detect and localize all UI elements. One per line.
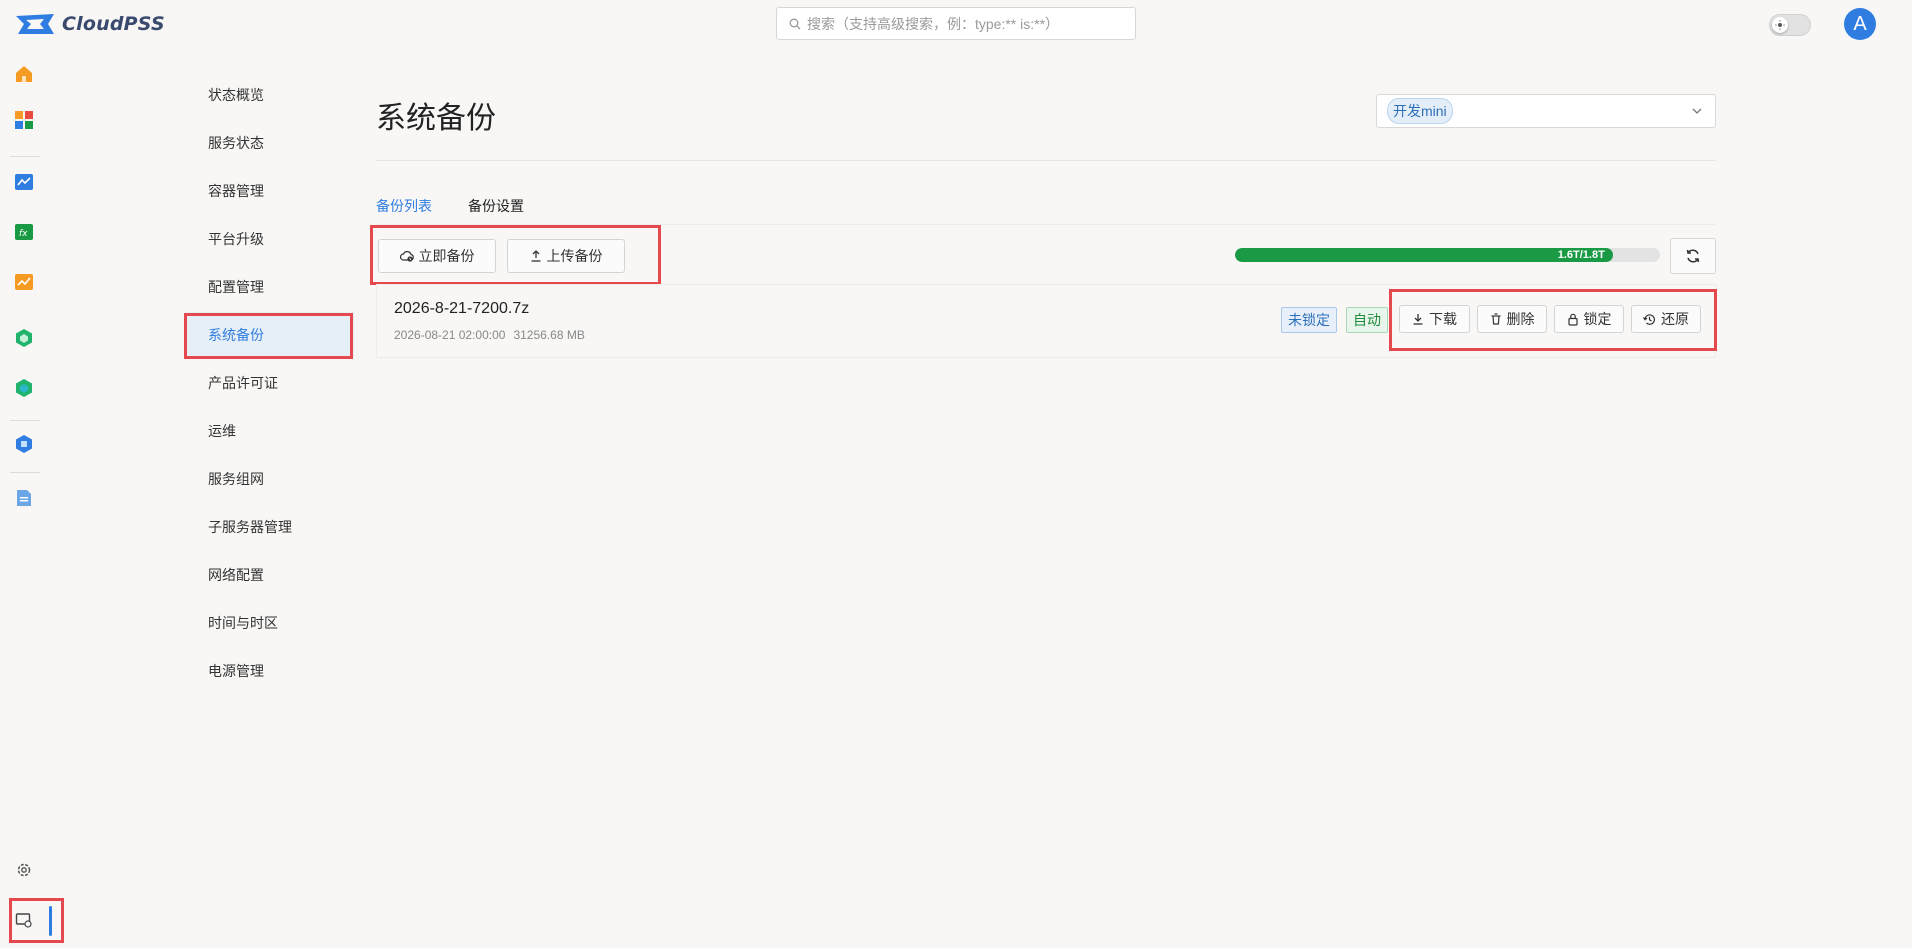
refresh-button[interactable]: [1670, 238, 1716, 274]
svg-text:fx: fx: [19, 229, 28, 239]
brand-name: CloudPSS: [62, 13, 165, 35]
backup-now-button[interactable]: 立即备份: [378, 239, 496, 273]
history-icon: [1643, 313, 1655, 325]
hexagon-blue-icon[interactable]: [14, 434, 34, 454]
upload-backup-label: 上传备份: [546, 248, 603, 264]
theme-toggle[interactable]: [1769, 14, 1811, 36]
trash-icon: [1491, 313, 1500, 325]
lock-button[interactable]: 锁定: [1554, 305, 1624, 333]
backup-size: 31256.68 MB: [513, 328, 585, 342]
chart-app-icon[interactable]: [14, 272, 34, 292]
storage-usage-fill: 1.6T/1.8T: [1235, 248, 1613, 262]
backup-file-name: 2026-8-21-7200.7z: [394, 300, 530, 317]
theme-knob: [1772, 17, 1788, 33]
backup-time: 2026-08-21 02:00:00: [394, 328, 506, 342]
subnav-item-time-zone[interactable]: 时间与时区: [186, 600, 354, 646]
search-box[interactable]: [776, 7, 1136, 40]
function-icon[interactable]: fx: [14, 222, 34, 242]
tab-backup-list[interactable]: 备份列表: [376, 196, 432, 216]
backup-row: 2026-8-21-7200.7z 2026-08-21 02:00:00 31…: [376, 284, 1716, 358]
sun-icon: [1775, 20, 1785, 30]
gear-icon[interactable]: [14, 860, 34, 880]
subnav-item-status-overview[interactable]: 状态概览: [186, 72, 354, 118]
apps-icon[interactable]: [14, 110, 34, 130]
subnav-item-service-network[interactable]: 服务组网: [186, 456, 354, 502]
lock-label: 锁定: [1583, 311, 1612, 327]
cluster-chip: 开发mini: [1387, 98, 1453, 124]
backup-now-label: 立即备份: [418, 248, 475, 264]
download-button[interactable]: 下载: [1399, 305, 1470, 333]
cloud-backup-icon: [399, 251, 414, 262]
tabs-underline: [376, 224, 1716, 225]
restore-label: 还原: [1661, 311, 1689, 327]
subnav-item-service-status[interactable]: 服务状态: [186, 120, 354, 166]
delete-button[interactable]: 删除: [1477, 305, 1547, 333]
download-label: 下载: [1429, 311, 1457, 327]
home-icon[interactable]: [14, 64, 34, 84]
cluster-select[interactable]: 开发mini: [1376, 94, 1716, 128]
rail-divider: [10, 156, 40, 157]
rail-active-indicator: [49, 906, 52, 936]
chevron-down-icon: [1692, 108, 1702, 114]
delete-label: 删除: [1506, 311, 1535, 327]
brand-logo[interactable]: CloudPSS: [14, 12, 165, 36]
search-input[interactable]: [807, 15, 1127, 32]
hexagon-teal-icon[interactable]: [14, 378, 34, 398]
restore-button[interactable]: 还原: [1631, 305, 1701, 333]
download-icon: [1413, 314, 1423, 325]
backup-type-badge: 自动: [1346, 307, 1388, 333]
tab-backup-settings[interactable]: 备份设置: [468, 196, 524, 216]
subnav-item-network-config[interactable]: 网络配置: [186, 552, 354, 598]
subnav-item-ops[interactable]: 运维: [186, 408, 354, 454]
rail-divider: [10, 420, 40, 421]
top-bar: CloudPSS A: [0, 0, 1912, 48]
page-title: 系统备份: [376, 102, 496, 135]
subnav-item-config[interactable]: 配置管理: [186, 264, 354, 310]
storage-usage-bar: 1.6T/1.8T: [1235, 248, 1660, 262]
upload-backup-button[interactable]: 上传备份: [507, 239, 625, 273]
simstudio-icon[interactable]: [14, 172, 34, 192]
refresh-icon: [1686, 249, 1700, 263]
subnav-item-upgrade[interactable]: 平台升级: [186, 216, 354, 262]
subnav-item-license[interactable]: 产品许可证: [186, 360, 354, 406]
search-icon: [789, 18, 801, 29]
cloudpss-logo-icon: [16, 14, 54, 34]
upload-icon: [531, 250, 540, 262]
system-admin-icon[interactable]: [14, 910, 34, 930]
file-icon[interactable]: [14, 488, 34, 508]
lock-icon: [1567, 313, 1578, 326]
title-divider: [376, 160, 1716, 161]
rail-divider: [10, 472, 40, 473]
app-rail: fx: [0, 48, 52, 948]
user-avatar[interactable]: A: [1844, 8, 1876, 40]
storage-usage-label: 1.6T/1.8T: [1557, 249, 1605, 261]
subnav-item-power[interactable]: 电源管理: [186, 648, 354, 694]
hexagon-green-icon[interactable]: [14, 328, 34, 348]
lock-status-badge: 未锁定: [1281, 307, 1337, 333]
backup-meta: 2026-08-21 02:00:00 31256.68 MB: [394, 328, 585, 342]
subnav-item-sub-servers[interactable]: 子服务器管理: [186, 504, 354, 550]
subnav-item-system-backup[interactable]: 系统备份: [186, 312, 354, 358]
subnav-item-containers[interactable]: 容器管理: [186, 168, 354, 214]
